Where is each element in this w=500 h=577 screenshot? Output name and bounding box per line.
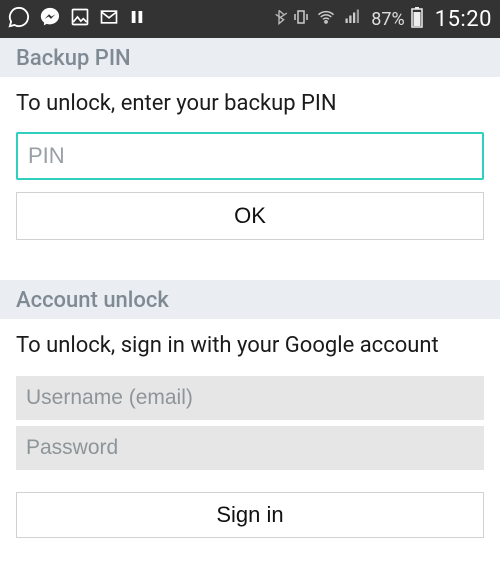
- battery-percentage: 87%: [371, 9, 404, 30]
- messenger-icon: [39, 6, 61, 33]
- spacer: [0, 476, 500, 486]
- section-gap: [0, 254, 500, 280]
- password-input[interactable]: [16, 426, 484, 470]
- pause-icon: [128, 7, 146, 31]
- status-bar: 87% 15:20: [0, 0, 500, 38]
- vibrate-icon: [292, 7, 310, 32]
- whatsapp-icon: [8, 6, 30, 33]
- wifi-icon: [315, 7, 337, 31]
- pin-input[interactable]: [16, 132, 484, 180]
- sign-in-button[interactable]: Sign in: [16, 492, 484, 538]
- ok-button[interactable]: OK: [16, 192, 484, 240]
- clock: 15:20: [435, 7, 492, 32]
- battery-icon: [410, 6, 424, 33]
- account-unlock-instruction: To unlock, sign in with your Google acco…: [0, 319, 500, 370]
- gmail-icon: [99, 7, 119, 32]
- backup-pin-instruction: To unlock, enter your backup PIN: [0, 77, 500, 128]
- username-input[interactable]: [16, 376, 484, 420]
- section-header-account-unlock: Account unlock: [0, 280, 500, 319]
- bluetooth-icon: [271, 7, 287, 32]
- image-icon: [70, 7, 90, 32]
- status-left-icons: [8, 6, 146, 33]
- section-header-backup-pin: Backup PIN: [0, 38, 500, 77]
- signal-icon: [342, 7, 364, 31]
- status-right-icons: 87% 15:20: [271, 6, 492, 33]
